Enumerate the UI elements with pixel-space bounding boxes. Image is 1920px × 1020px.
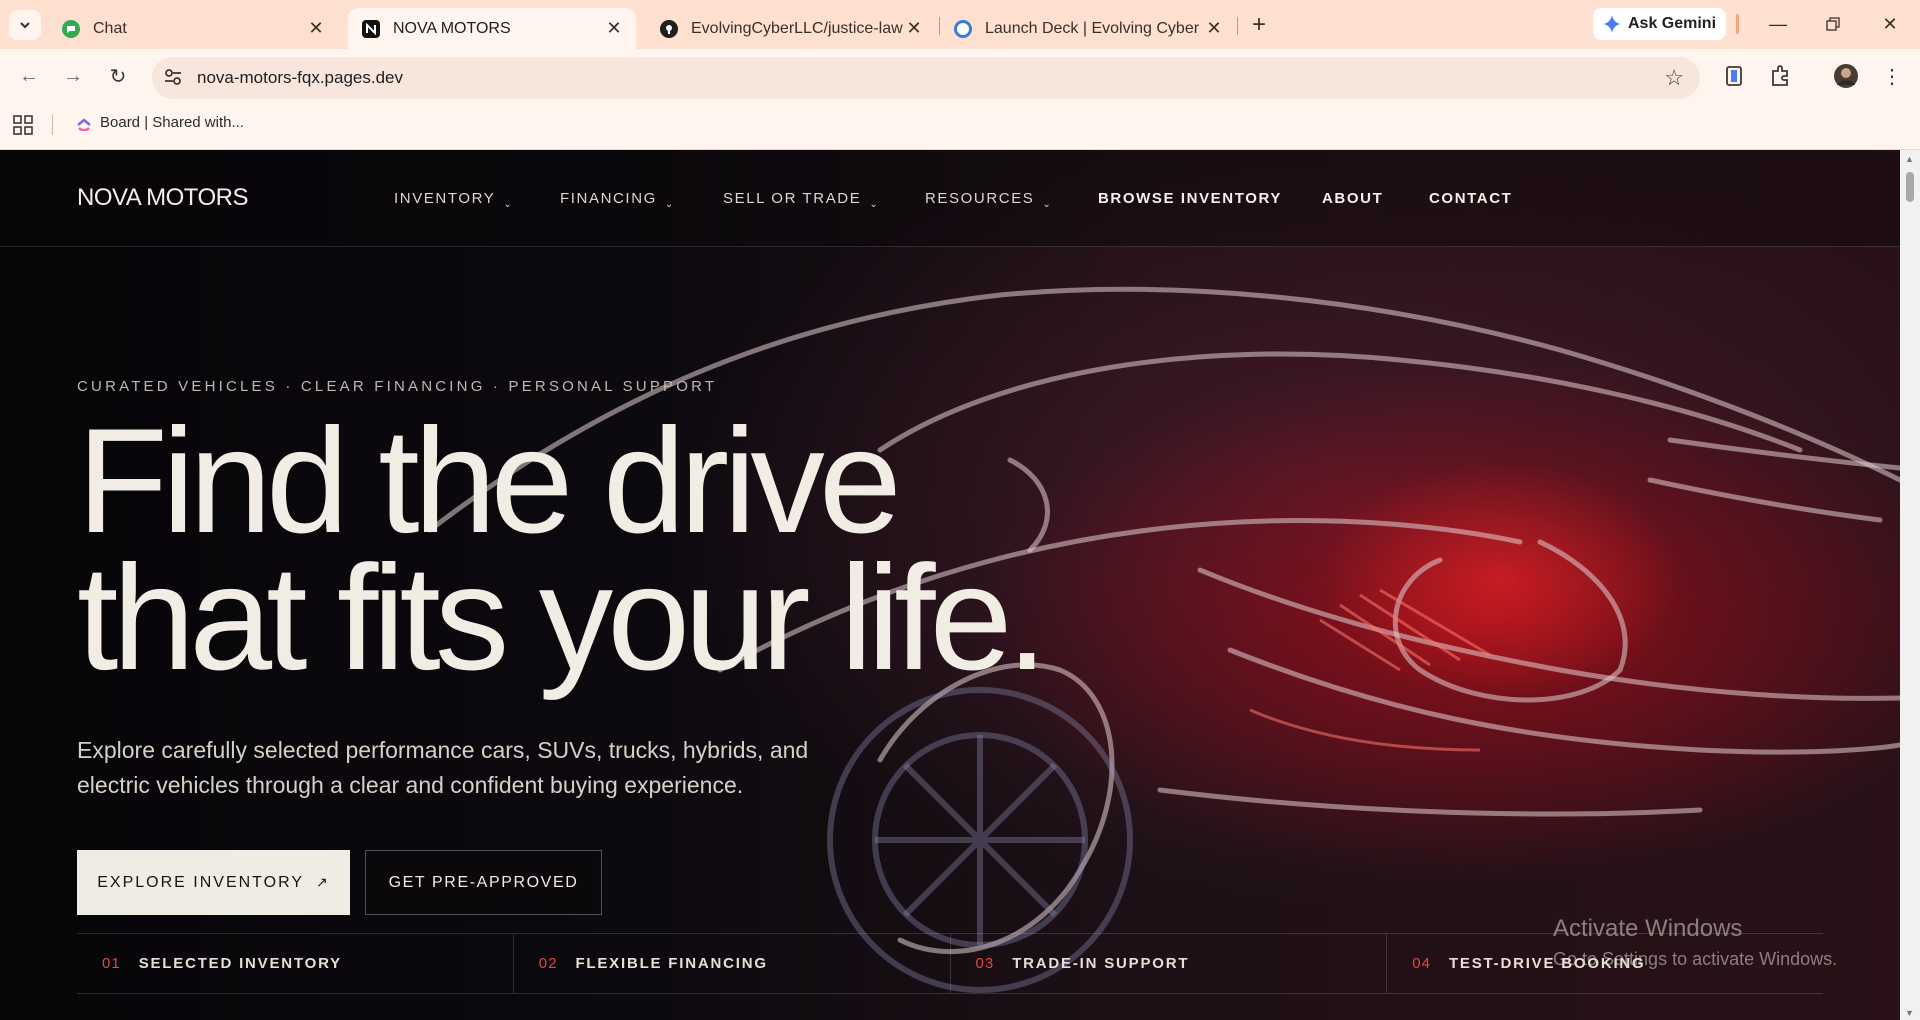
feature-label: FLEXIBLE FINANCING [575, 955, 768, 972]
evolving-cyber-icon [954, 19, 972, 38]
arrow-up-right-icon: ↗ [316, 874, 330, 890]
arrow-left-icon: ← [19, 64, 39, 87]
scroll-up-arrow-icon[interactable]: ▲ [1905, 154, 1914, 164]
profile-avatar[interactable] [1833, 63, 1859, 89]
button-label: GET PRE-APPROVED [388, 873, 579, 891]
page-scrollbar[interactable]: ▲ ▼ [1900, 150, 1920, 1020]
feature-number: 04 [1412, 955, 1431, 972]
tab-search-button[interactable] [9, 10, 41, 40]
headline-line-1: Find the drive [77, 397, 902, 564]
apps-grid-icon[interactable] [13, 115, 33, 135]
extensions-icon[interactable] [1767, 63, 1793, 89]
get-pre-approved-button[interactable]: GET PRE-APPROVED [365, 850, 602, 915]
nova-motors-icon [362, 19, 380, 38]
feature-number: 03 [975, 955, 995, 972]
chevron-down-icon: ⌄ [503, 199, 514, 210]
nav-sell-or-trade[interactable]: SELL OR TRADE ⌄ [723, 190, 880, 210]
hero-headline: Find the drive that fits your life. [77, 397, 1048, 701]
gemini-divider [1736, 14, 1739, 34]
headline-line-2: that fits your life. [77, 534, 1048, 701]
hero-kicker: CURATED VEHICLES · CLEAR FINANCING · PER… [77, 378, 718, 395]
restore-button[interactable] [1813, 10, 1853, 38]
chevron-down-icon: ⌄ [869, 199, 880, 210]
nav-browse-inventory[interactable]: BROWSE INVENTORY [1098, 190, 1282, 207]
button-label: EXPLORE INVENTORY [97, 873, 305, 891]
feature-number: 01 [102, 955, 121, 972]
plus-icon: + [1251, 11, 1266, 38]
nav-about[interactable]: ABOUT [1322, 190, 1383, 207]
browser-toolbar: ← → ↻ nova-motors-fqx.pages.dev ☆ ⋮ [0, 49, 1920, 101]
nav-label: RESOURCES [925, 190, 1035, 207]
site-header: NOVA MOTORS INVENTORY ⌄ FINANCING ⌄ SELL O… [0, 150, 1900, 247]
chevron-down-icon: ⌄ [1042, 199, 1053, 210]
scrollbar-thumb[interactable] [1906, 172, 1914, 202]
feature-item[interactable]: 01 SELECTED INVENTORY [77, 934, 513, 993]
close-tab-icon[interactable]: ✕ [1204, 18, 1224, 39]
nav-label: SELL OR TRADE [723, 190, 862, 207]
explore-inventory-button[interactable]: EXPLORE INVENTORY ↗ [77, 850, 350, 915]
gemini-sparkle-icon [1602, 15, 1621, 33]
close-window-button[interactable]: ✕ [1870, 10, 1910, 38]
tab-chat[interactable]: Chat ✕ [48, 8, 338, 49]
tab-title: Chat [93, 19, 127, 37]
watermark-subtitle: Go to Settings to activate Windows. [1553, 949, 1838, 969]
close-tab-icon[interactable]: ✕ [904, 18, 924, 39]
address-bar[interactable]: nova-motors-fqx.pages.dev ☆ [152, 57, 1700, 99]
nav-label: INVENTORY [394, 190, 496, 207]
browser-menu-icon[interactable]: ⋮ [1879, 63, 1905, 89]
ask-gemini-button[interactable]: Ask Gemini [1593, 8, 1726, 40]
nova-motors-page: NOVA MOTORS INVENTORY ⌄ FINANCING ⌄ SELL O… [0, 150, 1900, 1020]
google-chat-icon [62, 19, 80, 38]
bookmark-label: Board | Shared with... [100, 114, 244, 131]
feature-item[interactable]: 03 TRADE-IN SUPPORT [949, 934, 1387, 993]
nav-inventory[interactable]: INVENTORY ⌄ [394, 190, 514, 210]
close-tab-icon[interactable]: ✕ [604, 18, 624, 39]
close-icon: ✕ [1882, 13, 1898, 34]
back-button[interactable]: ← [14, 61, 44, 91]
nav-contact[interactable]: CONTACT [1429, 190, 1512, 207]
nav-resources[interactable]: RESOURCES ⌄ [925, 190, 1053, 210]
chevron-down-icon [20, 22, 30, 29]
nav-financing[interactable]: FINANCING ⌄ [560, 190, 675, 210]
tab-divider [1237, 17, 1238, 35]
bookmark-star-icon[interactable]: ☆ [1664, 65, 1684, 91]
site-logo[interactable]: NOVA MOTORS [77, 184, 248, 212]
hero-subtext: Explore carefully selected performance c… [77, 737, 809, 798]
bookmarks-bar: Board | Shared with... [0, 101, 1920, 150]
forward-button[interactable]: → [58, 61, 88, 91]
clickup-icon [77, 117, 91, 131]
ask-gemini-label: Ask Gemini [1627, 15, 1717, 32]
bookmark-board[interactable]: Board | Shared with... [76, 114, 244, 131]
tab-github[interactable]: EvolvingCyberLLC/justice-law ✕ [646, 8, 936, 49]
minimize-button[interactable]: — [1758, 10, 1798, 38]
close-tab-icon[interactable]: ✕ [306, 18, 326, 39]
watermark-title: Activate Windows [1553, 915, 1743, 942]
side-panel-icon[interactable] [1721, 63, 1747, 89]
windows-activation-watermark: Activate Windows Go to Settings to activ… [1553, 915, 1837, 970]
reload-icon: ↻ [109, 65, 127, 88]
scroll-down-arrow-icon[interactable]: ▼ [1905, 1008, 1914, 1018]
feature-number: 02 [538, 955, 558, 972]
nav-label: FINANCING [560, 190, 657, 207]
bookmarks-divider [52, 115, 53, 135]
tab-title: NOVA MOTORS [393, 19, 511, 37]
chevron-down-icon: ⌄ [664, 199, 675, 210]
tab-nova-motors[interactable]: NOVA MOTORS ✕ [348, 8, 636, 49]
tab-launch-deck[interactable]: Launch Deck | Evolving Cyber ✕ [940, 8, 1236, 49]
minimize-icon: — [1769, 13, 1787, 34]
url-text: nova-motors-fqx.pages.dev [197, 68, 403, 87]
feature-label: TRADE-IN SUPPORT [1012, 955, 1190, 972]
tab-title: EvolvingCyberLLC/justice-law [691, 19, 903, 37]
browser-tab-strip: Chat ✕ NOVA MOTORS ✕ EvolvingCyberLLC/ju… [0, 0, 1920, 49]
restore-icon [1826, 17, 1840, 31]
feature-label: SELECTED INVENTORY [138, 955, 342, 972]
feature-item[interactable]: 02 FLEXIBLE FINANCING [512, 934, 950, 993]
arrow-right-icon: → [63, 64, 83, 87]
site-settings-icon[interactable] [163, 67, 183, 87]
reload-button[interactable]: ↻ [103, 61, 133, 91]
github-icon [660, 19, 678, 38]
new-tab-button[interactable]: + [1246, 11, 1272, 39]
tab-title: Launch Deck | Evolving Cyber [985, 19, 1200, 37]
